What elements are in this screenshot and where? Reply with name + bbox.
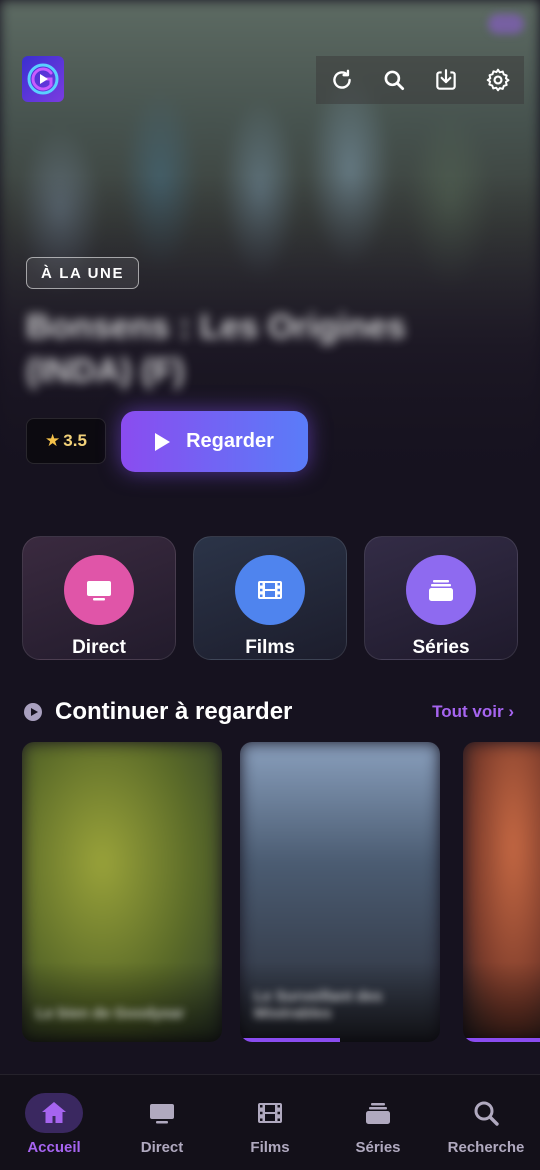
play-icon [155, 432, 171, 451]
nav-label: Recherche [447, 1139, 525, 1156]
category-label: Séries [412, 637, 470, 658]
bottom-navigation: Accueil Direct Films Séries Recherche [0, 1074, 540, 1170]
refresh-icon [333, 69, 351, 89]
refresh-button[interactable] [316, 56, 368, 104]
continue-card[interactable]: Le bien de Goodyear [22, 742, 222, 1042]
search-icon [457, 1093, 515, 1133]
continue-watching-header: Continuer à regarder Tout voir › [24, 697, 514, 727]
search-button[interactable] [368, 56, 420, 104]
star-icon: ★ [45, 431, 61, 450]
category-label: Films [245, 637, 295, 658]
tv-icon [133, 1093, 191, 1133]
download-icon [436, 69, 456, 90]
card-title: Le Surveillant des Misérables [254, 988, 383, 1022]
nav-label: Films [250, 1139, 290, 1156]
see-all-link[interactable]: Tout voir › [432, 702, 514, 722]
status-indicator [488, 14, 524, 34]
download-button[interactable] [420, 56, 472, 104]
watch-progress [463, 1038, 540, 1042]
watch-progress [240, 1038, 340, 1042]
play-circle-icon [24, 703, 42, 721]
nav-item-recherche[interactable]: Recherche [436, 1093, 536, 1170]
play-button-label: Regarder [186, 430, 274, 452]
film-icon [235, 555, 305, 625]
settings-icon [486, 68, 510, 92]
continue-card[interactable]: Le Surveillant des Misérables [240, 742, 440, 1042]
top-actions [316, 56, 524, 104]
card-title: Le bien de Goodyear [36, 1005, 185, 1022]
nav-label: Direct [140, 1139, 184, 1156]
rating-badge: ★ 3.5 [26, 418, 106, 464]
category-tiles: Direct Films Séries [22, 536, 518, 660]
continue-watching-list: Le bien de Goodyear Le Surveillant des M… [22, 742, 540, 1046]
home-icon [25, 1093, 83, 1133]
category-label: Direct [72, 637, 126, 658]
continue-card[interactable] [463, 742, 540, 1042]
logo-icon [27, 63, 59, 95]
app-logo[interactable] [22, 56, 64, 102]
category-series[interactable]: Séries [364, 536, 518, 660]
tv-icon [64, 555, 134, 625]
search-icon [384, 70, 405, 91]
category-films[interactable]: Films [193, 536, 347, 660]
nav-item-direct[interactable]: Direct [112, 1093, 212, 1170]
rating-value: 3.5 [63, 431, 87, 450]
category-direct[interactable]: Direct [22, 536, 176, 660]
nav-item-films[interactable]: Films [220, 1093, 320, 1170]
series-icon [349, 1093, 407, 1133]
featured-badge: À LA UNE [26, 257, 140, 289]
play-button[interactable]: Regarder [121, 411, 308, 472]
nav-label: Accueil [27, 1139, 81, 1156]
series-icon [406, 555, 476, 625]
featured-title: Bonsens : Les Origines (INDA) (F) [26, 308, 406, 390]
nav-item-accueil[interactable]: Accueil [4, 1093, 104, 1170]
film-icon [241, 1093, 299, 1133]
settings-button[interactable] [472, 56, 524, 104]
nav-item-series[interactable]: Séries [328, 1093, 428, 1170]
section-title: Continuer à regarder [55, 698, 293, 725]
nav-label: Séries [355, 1139, 401, 1156]
